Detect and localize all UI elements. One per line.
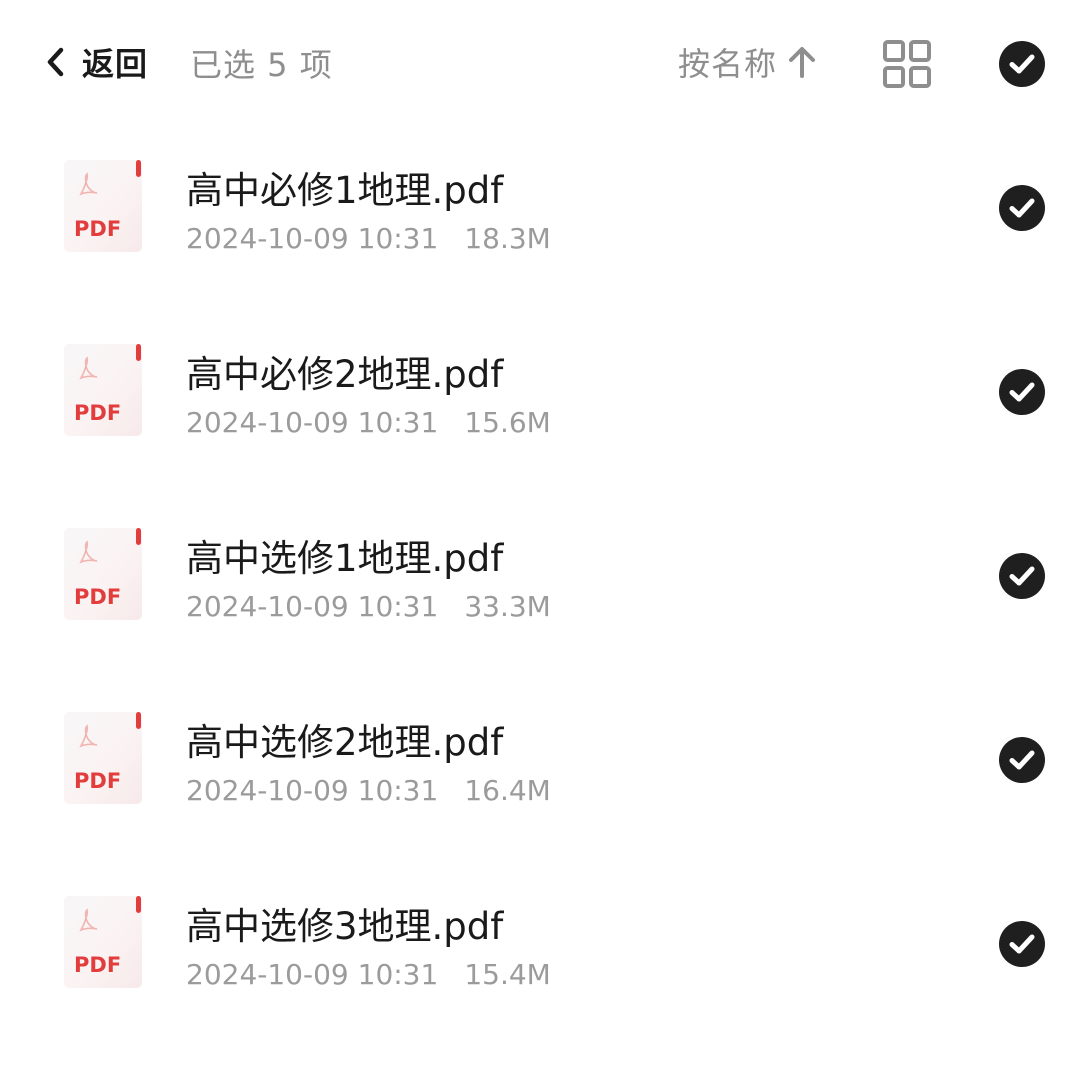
file-list-item[interactable]: PDF 高中选修2地理.pdf 2024-10-09 10:31 16.4M <box>0 676 1080 860</box>
file-size: 33.3M <box>464 590 551 623</box>
svg-text:PDF: PDF <box>74 217 121 241</box>
file-list-item[interactable]: PDF 高中必修1地理.pdf 2024-10-09 10:31 18.3M <box>0 124 1080 308</box>
svg-text:PDF: PDF <box>74 953 121 977</box>
file-list-item[interactable]: PDF 高中选修3地理.pdf 2024-10-09 10:31 15.4M <box>0 860 1080 1044</box>
file-list: PDF 高中必修1地理.pdf 2024-10-09 10:31 18.3M PD… <box>0 124 1080 1044</box>
file-size: 18.3M <box>464 222 551 255</box>
grid-view-icon[interactable] <box>882 39 932 89</box>
pdf-file-icon: PDF <box>64 344 142 436</box>
chevron-left-icon <box>47 47 64 77</box>
file-date: 2024-10-09 10:31 <box>186 406 439 439</box>
pdf-file-icon: PDF <box>64 528 142 620</box>
file-name: 高中选修2地理.pdf <box>186 721 504 764</box>
top-bar: 返回 已选 5 项 按名称 <box>0 0 1080 124</box>
file-name: 高中必修2地理.pdf <box>186 353 504 396</box>
checkbox-checked-icon[interactable] <box>998 552 1046 600</box>
arrow-up-icon <box>789 47 816 78</box>
pdf-file-icon: PDF <box>64 712 142 804</box>
checkbox-checked-icon[interactable] <box>998 920 1046 968</box>
svg-text:PDF: PDF <box>74 401 121 425</box>
select-all-checkbox[interactable] <box>998 40 1046 88</box>
file-name: 高中选修3地理.pdf <box>186 905 504 948</box>
checkbox-checked-icon[interactable] <box>998 184 1046 232</box>
file-meta: 2024-10-09 10:31 16.4M <box>186 774 551 807</box>
file-meta: 2024-10-09 10:31 33.3M <box>186 590 551 623</box>
selected-count-text: 已选 5 项 <box>190 46 333 84</box>
sort-label: 按名称 <box>678 45 778 83</box>
file-date: 2024-10-09 10:31 <box>186 590 439 623</box>
file-meta: 2024-10-09 10:31 15.4M <box>186 958 551 991</box>
checkmark-circle-icon <box>999 41 1045 87</box>
pdf-file-icon: PDF <box>64 896 142 988</box>
file-meta: 2024-10-09 10:31 18.3M <box>186 222 551 255</box>
file-name: 高中选修1地理.pdf <box>186 537 504 580</box>
svg-text:PDF: PDF <box>74 585 121 609</box>
file-list-item[interactable]: PDF 高中必修2地理.pdf 2024-10-09 10:31 15.6M <box>0 308 1080 492</box>
back-label: 返回 <box>82 45 149 83</box>
checkbox-checked-icon[interactable] <box>998 736 1046 784</box>
file-date: 2024-10-09 10:31 <box>186 958 439 991</box>
file-list-item[interactable]: PDF 高中选修1地理.pdf 2024-10-09 10:31 33.3M <box>0 492 1080 676</box>
checkbox-checked-icon[interactable] <box>998 368 1046 416</box>
file-size: 16.4M <box>464 774 551 807</box>
pdf-file-icon: PDF <box>64 160 142 252</box>
file-size: 15.4M <box>464 958 551 991</box>
svg-text:PDF: PDF <box>74 769 121 793</box>
file-date: 2024-10-09 10:31 <box>186 222 439 255</box>
file-size: 15.6M <box>464 406 551 439</box>
file-date: 2024-10-09 10:31 <box>186 774 439 807</box>
file-name: 高中必修1地理.pdf <box>186 169 504 212</box>
file-meta: 2024-10-09 10:31 15.6M <box>186 406 551 439</box>
back-button[interactable]: 返回 <box>40 36 148 88</box>
sort-by-name-button[interactable]: 按名称 <box>678 38 817 86</box>
